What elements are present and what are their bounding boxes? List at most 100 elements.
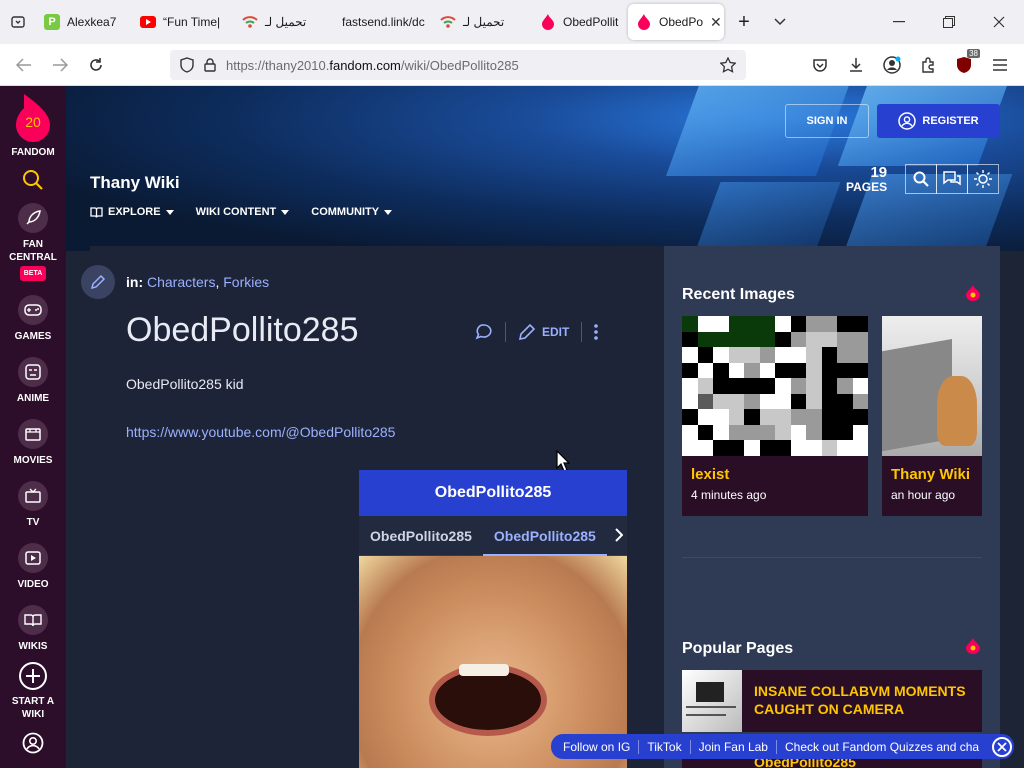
user-circle-icon (898, 112, 917, 130)
extension-badge: 38 (967, 48, 980, 58)
edit-pencil-icon[interactable] (81, 265, 115, 299)
nav-community[interactable]: COMMUNITY (311, 206, 393, 218)
nav-start-a-wiki[interactable]: START A WIKI (8, 661, 58, 721)
browser-tab-2[interactable]: “Fun Time| (132, 0, 234, 44)
search-icon[interactable] (22, 169, 44, 191)
tab-list-icon[interactable] (0, 0, 36, 44)
category-link-forkies[interactable]: Forkies (223, 274, 269, 290)
infobox-tab-1[interactable]: ObedPollito285 (359, 528, 483, 544)
close-window-icon[interactable] (974, 0, 1024, 44)
explore-icon (90, 206, 103, 218)
tiktok-link[interactable]: TikTok (639, 739, 691, 754)
chevron-right-icon[interactable] (615, 528, 623, 542)
page-actions: EDIT (475, 322, 599, 342)
logo-number: 20 (25, 114, 41, 130)
popular-page-item-1[interactable]: INSANE COLLABVM MOMENTS CAUGHT ON CAMERA (682, 670, 982, 732)
nav-fan-central[interactable]: FAN CENTRAL BETA (8, 203, 58, 281)
browser-tab-6[interactable]: ObedPollit (532, 0, 626, 44)
page-count: 19 PAGES (846, 164, 888, 194)
youtube-icon (140, 14, 156, 30)
browser-tab-4[interactable]: fastsend.link/dc (334, 0, 432, 44)
edit-button[interactable]: EDIT (518, 323, 569, 341)
back-arrow-icon[interactable] (6, 47, 42, 83)
download-icon[interactable] (838, 47, 874, 83)
nav-tv[interactable]: TV (18, 481, 48, 529)
address-bar[interactable]: https://thany2010.fandom.com/wiki/ObedPo… (170, 50, 746, 80)
url-domain: fandom.com (329, 57, 401, 73)
follow-ig-link[interactable]: Follow on IG (563, 739, 640, 754)
more-options-icon[interactable] (594, 324, 599, 340)
close-tab-icon[interactable]: ✕ (710, 14, 722, 31)
url-prefix: https://thany2010. (226, 57, 330, 73)
sign-in-button[interactable]: SIGN IN (785, 104, 869, 138)
youtube-link[interactable]: https://www.youtube.com/@ObedPollito285 (126, 424, 395, 440)
recent-images-heading: Recent Images (682, 286, 795, 303)
discussions-button[interactable] (936, 164, 968, 194)
lock-icon[interactable] (204, 58, 216, 72)
nav-label: MOVIES (13, 455, 53, 466)
nav-movies[interactable]: MOVIES (13, 419, 53, 467)
pencil-icon (518, 323, 536, 341)
join-fan-lab-link[interactable]: Join Fan Lab (691, 739, 777, 754)
close-banner-icon[interactable] (992, 737, 1012, 757)
beta-badge: BETA (19, 266, 47, 281)
nav-label: EXPLORE (108, 206, 161, 218)
nav-wiki-content[interactable]: WIKI CONTENT (196, 206, 290, 218)
comment-icon[interactable] (475, 323, 493, 341)
wiki-name[interactable]: Thany Wiki (90, 173, 180, 193)
tab-label: “Fun Time| (163, 15, 221, 29)
chevron-down-icon (165, 209, 174, 215)
reload-icon[interactable] (78, 47, 114, 83)
ublock-shield-icon[interactable]: 38 (946, 47, 982, 83)
video-icon (18, 543, 48, 573)
rail-divider (682, 557, 982, 558)
forward-arrow-icon[interactable] (42, 47, 78, 83)
minimize-icon[interactable] (874, 0, 924, 44)
account-icon[interactable] (874, 47, 910, 83)
shield-icon[interactable] (180, 57, 194, 73)
nav-wikis[interactable]: WIKIS (18, 605, 48, 653)
tab-overflow-chevron-icon[interactable] (762, 0, 798, 44)
plus-icon (18, 661, 48, 691)
infobox-tab-2[interactable]: ObedPollito285 (482, 528, 607, 556)
cat-laptop-thumbnail (882, 316, 982, 456)
p-icon: P (44, 14, 60, 30)
nav-video[interactable]: VIDEO (17, 543, 49, 591)
tv-icon (18, 481, 48, 511)
infobox-title: ObedPollito285 (359, 470, 627, 516)
hamburger-menu-icon[interactable] (982, 47, 1018, 83)
category-link-characters[interactable]: Characters (147, 274, 215, 290)
tab-label: ObedPollit (563, 15, 619, 29)
recent-image-card-1[interactable]: lexist 4 minutes ago (682, 316, 868, 516)
browser-tab-3[interactable]: تحميل لـ (234, 0, 334, 44)
browser-tab-7-active[interactable]: ObedPo ✕ (628, 4, 724, 40)
nav-games[interactable]: GAMES (15, 295, 51, 343)
quizzes-link[interactable]: Check out Fandom Quizzes and cha (777, 740, 987, 754)
sun-icon (974, 170, 992, 188)
register-button[interactable]: REGISTER (877, 104, 1000, 138)
nav-anime[interactable]: ANIME (17, 357, 49, 405)
user-profile-icon[interactable] (22, 732, 44, 754)
recent-image-card-2[interactable]: Thany Wiki an hour ago (882, 316, 982, 516)
restore-icon[interactable] (924, 0, 974, 44)
browser-tab-1[interactable]: P Alexkea7 (36, 0, 132, 44)
search-icon (913, 171, 929, 187)
new-tab-plus-icon[interactable]: + (726, 0, 762, 44)
fandom-logo[interactable]: 20 FANDOM (11, 94, 55, 159)
nav-label: COMMUNITY (311, 206, 380, 218)
extensions-puzzle-icon[interactable] (910, 47, 946, 83)
page-title: ObedPollito285 (126, 311, 359, 349)
bookmark-star-icon[interactable] (720, 57, 736, 73)
nav-label: START A WIKI (11, 696, 55, 720)
wiki-search-button[interactable] (905, 164, 937, 194)
gamepad-icon (17, 295, 48, 325)
browser-tab-5[interactable]: تحميل لـ (432, 0, 532, 44)
pages-number: 19 (870, 164, 888, 181)
chevron-down-icon (384, 209, 393, 215)
tab-label: تحميل لـ (463, 15, 505, 29)
theme-toggle-button[interactable] (967, 164, 999, 194)
pocket-icon[interactable] (802, 47, 838, 83)
fandom-flame-logo-icon: 20 (14, 94, 52, 142)
nav-explore[interactable]: EXPLORE (90, 206, 174, 218)
fandom-global-nav: 20 FANDOM FAN CENTRAL BETA GAMES ANIME M… (0, 86, 66, 768)
